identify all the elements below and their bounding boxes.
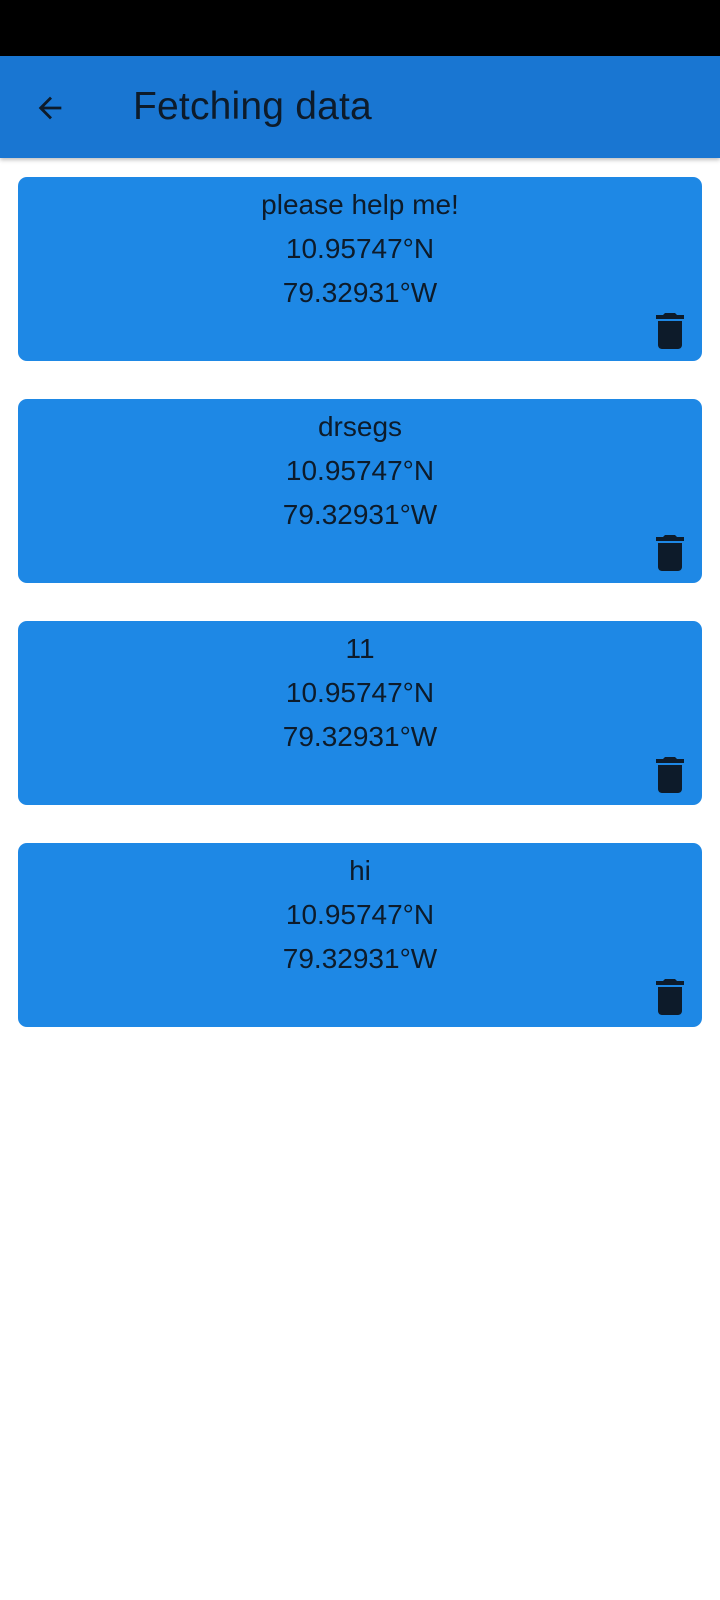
page-title: Fetching data — [133, 85, 372, 128]
entry-longitude: 79.32931°W — [282, 499, 438, 530]
trash-icon — [656, 757, 684, 793]
entry-latitude: 10.95747°N — [285, 677, 435, 708]
list-item: hi 10.95747°N 79.32931°W — [18, 843, 702, 1027]
arrow-back-icon — [38, 96, 62, 120]
entry-latitude: 10.95747°N — [285, 455, 435, 486]
status-bar — [0, 0, 720, 56]
entry-latitude: 10.95747°N — [285, 233, 435, 264]
list-item: please help me! 10.95747°N 79.32931°W — [18, 177, 702, 361]
entry-message: hi — [349, 855, 371, 886]
app-bar: Fetching data — [0, 56, 720, 158]
entry-message: please help me! — [261, 189, 459, 220]
entry-longitude: 79.32931°W — [282, 943, 438, 974]
list-item: 11 10.95747°N 79.32931°W — [18, 621, 702, 805]
entry-latitude: 10.95747°N — [285, 899, 435, 930]
entry-text: please help me! 10.95747°N 79.32931°W — [18, 183, 702, 315]
delete-button[interactable] — [650, 753, 690, 797]
trash-icon — [656, 313, 684, 349]
entry-text: 11 10.95747°N 79.32931°W — [18, 627, 702, 759]
entry-message: 11 — [345, 633, 375, 664]
back-button[interactable] — [22, 80, 78, 136]
entry-longitude: 79.32931°W — [282, 721, 438, 752]
delete-button[interactable] — [650, 531, 690, 575]
entry-longitude: 79.32931°W — [282, 277, 438, 308]
delete-button[interactable] — [650, 309, 690, 353]
trash-icon — [656, 535, 684, 571]
entry-message: drsegs — [317, 411, 403, 442]
entry-text: drsegs 10.95747°N 79.32931°W — [18, 405, 702, 537]
entries-list: please help me! 10.95747°N 79.32931°W dr… — [18, 177, 702, 1065]
trash-icon — [656, 979, 684, 1015]
entry-text: hi 10.95747°N 79.32931°W — [18, 849, 702, 981]
delete-button[interactable] — [650, 975, 690, 1019]
list-item: drsegs 10.95747°N 79.32931°W — [18, 399, 702, 583]
